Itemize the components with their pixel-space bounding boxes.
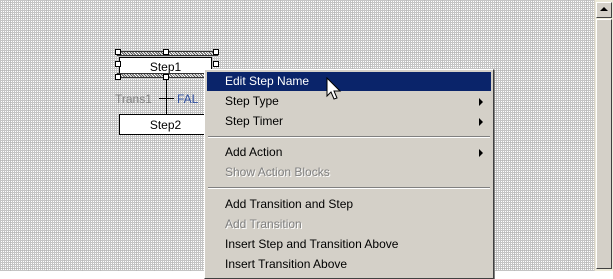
menu-item-step-timer[interactable]: Step Timer xyxy=(207,112,491,131)
menu-item-label: Show Action Blocks xyxy=(225,165,330,179)
step-label: Step1 xyxy=(149,60,182,74)
menu-item-label: Insert Transition Above xyxy=(225,257,348,271)
submenu-arrow-icon xyxy=(479,149,483,157)
resize-handle[interactable] xyxy=(115,49,121,55)
transition-connector xyxy=(166,80,167,114)
resize-handle[interactable] xyxy=(115,61,121,67)
scroll-up-button[interactable] xyxy=(596,2,612,18)
menu-item-label: Step Type xyxy=(225,94,279,108)
menu-item-add-transition-and-step[interactable]: Add Transition and Step xyxy=(207,195,491,214)
transition-name[interactable]: Trans1 xyxy=(115,92,152,106)
menu-item-edit-step-name[interactable]: Edit Step Name xyxy=(207,72,491,91)
menu-item-add-transition: Add Transition xyxy=(207,215,491,234)
menu-item-add-action[interactable]: Add Action xyxy=(207,143,491,162)
menu-item-label: Add Transition and Step xyxy=(225,197,354,211)
resize-handle[interactable] xyxy=(213,49,219,55)
context-menu: Edit Step Name Step Type Step Timer Add … xyxy=(204,69,494,279)
menu-item-show-action-blocks: Show Action Blocks xyxy=(207,163,491,182)
menu-item-label: Step Timer xyxy=(225,114,284,128)
scroll-up-arrow-icon xyxy=(600,7,608,11)
menu-item-label: Add Action xyxy=(225,145,283,159)
menu-item-insert-step-and-transition-above[interactable]: Insert Step and Transition Above xyxy=(207,235,491,254)
mouse-pointer-icon xyxy=(326,77,342,100)
submenu-arrow-icon xyxy=(479,98,483,106)
transition-bar[interactable] xyxy=(159,98,174,99)
vertical-scrollbar[interactable] xyxy=(594,0,613,271)
transition-condition[interactable]: FAL xyxy=(177,92,198,106)
menu-item-label: Edit Step Name xyxy=(225,74,310,88)
step-block-step2[interactable]: Step2 xyxy=(119,114,212,135)
menu-item-label: Add Transition xyxy=(225,217,302,231)
menu-separator xyxy=(208,187,490,189)
resize-handle[interactable] xyxy=(213,61,219,67)
step-label: Step2 xyxy=(149,118,182,132)
menu-item-step-type[interactable]: Step Type xyxy=(207,92,491,111)
submenu-arrow-icon xyxy=(479,118,483,126)
menu-item-label: Insert Step and Transition Above xyxy=(225,237,399,251)
menu-separator xyxy=(208,136,490,138)
resize-handle[interactable] xyxy=(163,49,169,55)
menu-item-insert-transition-above[interactable]: Insert Transition Above xyxy=(207,255,491,274)
scrollbar-thumb[interactable] xyxy=(596,19,612,269)
resize-handle[interactable] xyxy=(115,74,121,80)
